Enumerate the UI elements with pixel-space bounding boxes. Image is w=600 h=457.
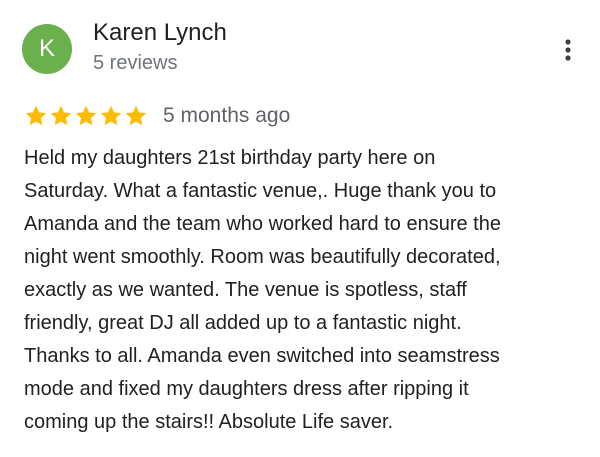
star-rating xyxy=(24,104,149,128)
star-icon xyxy=(25,105,47,126)
avatar[interactable]: K xyxy=(22,24,72,74)
review-text-line: exactly as we wanted. The venue is spotl… xyxy=(24,279,467,301)
review-card: K Karen Lynch 5 reviews 5 months ago Hel… xyxy=(0,0,600,457)
review-text-line: coming up the stairs!! Absolute Life sav… xyxy=(24,411,394,433)
review-text-line: Amanda and the team who worked hard to e… xyxy=(24,213,501,235)
review-text-line: friendly, great DJ all added up to a fan… xyxy=(24,312,462,334)
more-vert-icon xyxy=(565,39,571,61)
review-date: 5 months ago xyxy=(163,104,291,127)
star-icon xyxy=(75,105,97,126)
review-text-line: Thanks to all. Amanda even switched into… xyxy=(24,345,500,367)
review-text-line: Held my daughters 21st birthday party he… xyxy=(24,147,436,169)
review-text: Held my daughters 21st birthday party he… xyxy=(24,142,584,439)
star-icon xyxy=(50,105,72,126)
rating-row: 5 months ago xyxy=(24,103,290,129)
review-text-line: Saturday. What a fantastic venue,. Huge … xyxy=(24,180,497,202)
review-text-line: mode and fixed my daughters dress after … xyxy=(24,378,469,400)
review-text-line: night went smoothly. Room was beautifull… xyxy=(24,246,501,268)
star-icon xyxy=(125,105,147,126)
star-icon xyxy=(100,105,122,126)
reviewer-name[interactable]: Karen Lynch xyxy=(93,18,227,48)
review-count: 5 reviews xyxy=(93,52,178,74)
more-options-button[interactable] xyxy=(554,34,582,66)
